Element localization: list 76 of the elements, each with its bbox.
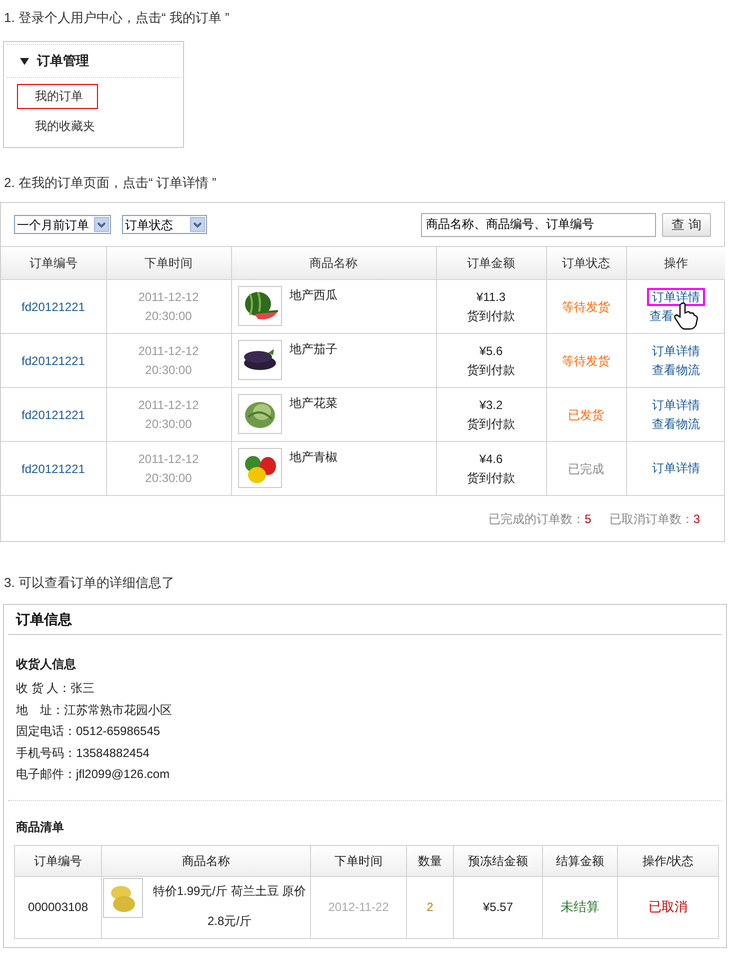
order-number[interactable]: fd20121221 — [22, 462, 85, 476]
order-status: 已发货 — [568, 408, 604, 422]
order-number[interactable]: fd20121221 — [22, 300, 85, 314]
section-title: 商品清单 — [15, 818, 65, 834]
dropdown[interactable]: 一个月前订单 — [14, 215, 111, 234]
payment-method: 货到付款 — [466, 470, 516, 486]
order-amount: ¥11.3 — [475, 288, 507, 306]
order-date: 2011-12-12 — [137, 396, 200, 414]
settlement-status: 未结算 — [560, 899, 600, 914]
menu-item[interactable]: 我的收藏夹 — [17, 114, 98, 139]
step-text: 1. 登录个人用户中心，点击“ 我的订单 ” — [4, 9, 230, 27]
order-date: 2011-12-12 — [137, 342, 200, 360]
action-link[interactable]: 订单详情 — [646, 396, 705, 414]
order-count-text: 已取消订单数：3 — [609, 510, 700, 528]
consignee-field: 固定电话：0512-65986545 — [16, 721, 722, 742]
menu-item[interactable]: 我的订单 — [17, 84, 98, 109]
order-date: 2011-12-12 — [137, 450, 200, 468]
consignee-field: 收 货 人：张三 — [16, 678, 722, 700]
step-text: 2. 在我的订单页面，点击“ 订单详情 ” — [3, 175, 218, 191]
action-link[interactable]: 查看物流 — [646, 360, 705, 378]
action-link[interactable]: 订单详情 — [646, 288, 705, 306]
product-name[interactable]: 地产青椒 — [290, 448, 338, 488]
dropdown[interactable]: 订单状态 — [122, 215, 207, 234]
order-number: 000003108 — [28, 900, 88, 914]
action-link[interactable]: 订单详情 — [646, 342, 705, 360]
order-state: 已取消 — [648, 899, 688, 914]
product-name[interactable]: 地产西瓜 — [290, 286, 338, 326]
order-count-text: 已完成的订单数：5 — [488, 510, 592, 528]
order-date: 2011-12-12 — [137, 288, 200, 306]
column-header: 操作/状态 — [618, 845, 718, 876]
column-header: 订单状态 — [546, 246, 626, 280]
column-header: 下单时间 — [106, 246, 231, 280]
action-link[interactable]: 查看 — [644, 306, 678, 324]
column-header: 结算金额 — [542, 845, 618, 876]
search-button[interactable]: 查 询 — [662, 212, 711, 236]
order-time: 20:30:00 — [144, 416, 193, 432]
consignee-field: 手机号码：13584882454 — [16, 742, 722, 764]
quantity-value: 2 — [426, 900, 434, 914]
section-title: 收货人信息 — [15, 656, 77, 672]
panel-title: 订单信息 — [16, 610, 72, 629]
search-field[interactable]: 商品名称、商品编号、订单编号 — [421, 212, 656, 236]
expand-toggle-icon[interactable] — [20, 56, 29, 66]
payment-method: 货到付款 — [466, 308, 516, 324]
order-status: 等待发货 — [562, 354, 610, 368]
column-header: 订单编号 — [14, 845, 102, 876]
order-number[interactable]: fd20121221 — [22, 354, 85, 368]
product-name[interactable]: 地产花菜 — [290, 394, 338, 434]
order-status: 等待发货 — [562, 300, 610, 314]
column-header: 订单金额 — [436, 246, 546, 280]
order-amount: ¥5.6 — [478, 342, 504, 360]
column-header: 商品名称 — [102, 845, 310, 876]
step-text: 3. 可以查看订单的详细信息了 — [3, 575, 176, 591]
hand-cursor-icon — [674, 302, 698, 330]
order-time: 20:30:00 — [144, 362, 193, 378]
column-header: 数量 — [406, 845, 454, 876]
consignee-field: 地 址：江苏常熟市花园小区 — [16, 700, 722, 721]
column-header: 下单时间 — [310, 845, 406, 876]
column-header: 商品名称 — [231, 246, 436, 280]
order-time: 20:30:00 — [144, 470, 193, 486]
payment-method: 货到付款 — [466, 362, 516, 378]
column-header: 操作 — [626, 246, 725, 280]
order-date: 2012-11-22 — [328, 900, 389, 914]
product-name[interactable]: 地产茄子 — [290, 340, 338, 380]
column-header: 订单编号 — [1, 246, 106, 280]
action-link[interactable]: 查看物流 — [646, 414, 705, 432]
frozen-amount: ¥5.57 — [482, 900, 514, 914]
column-header: 预冻结金额 — [454, 845, 542, 876]
order-number[interactable]: fd20121221 — [22, 408, 85, 422]
action-link[interactable]: 订单详情 — [646, 459, 705, 477]
order-time: 20:30:00 — [144, 308, 193, 324]
order-amount: ¥4.6 — [478, 450, 504, 468]
consignee-field: 电子邮件：jfl2099@126.com — [16, 764, 722, 786]
menu-title: 订单管理 — [37, 52, 89, 70]
order-status: 已完成 — [568, 462, 604, 476]
payment-method: 货到付款 — [466, 416, 516, 432]
order-amount: ¥3.2 — [478, 396, 504, 414]
